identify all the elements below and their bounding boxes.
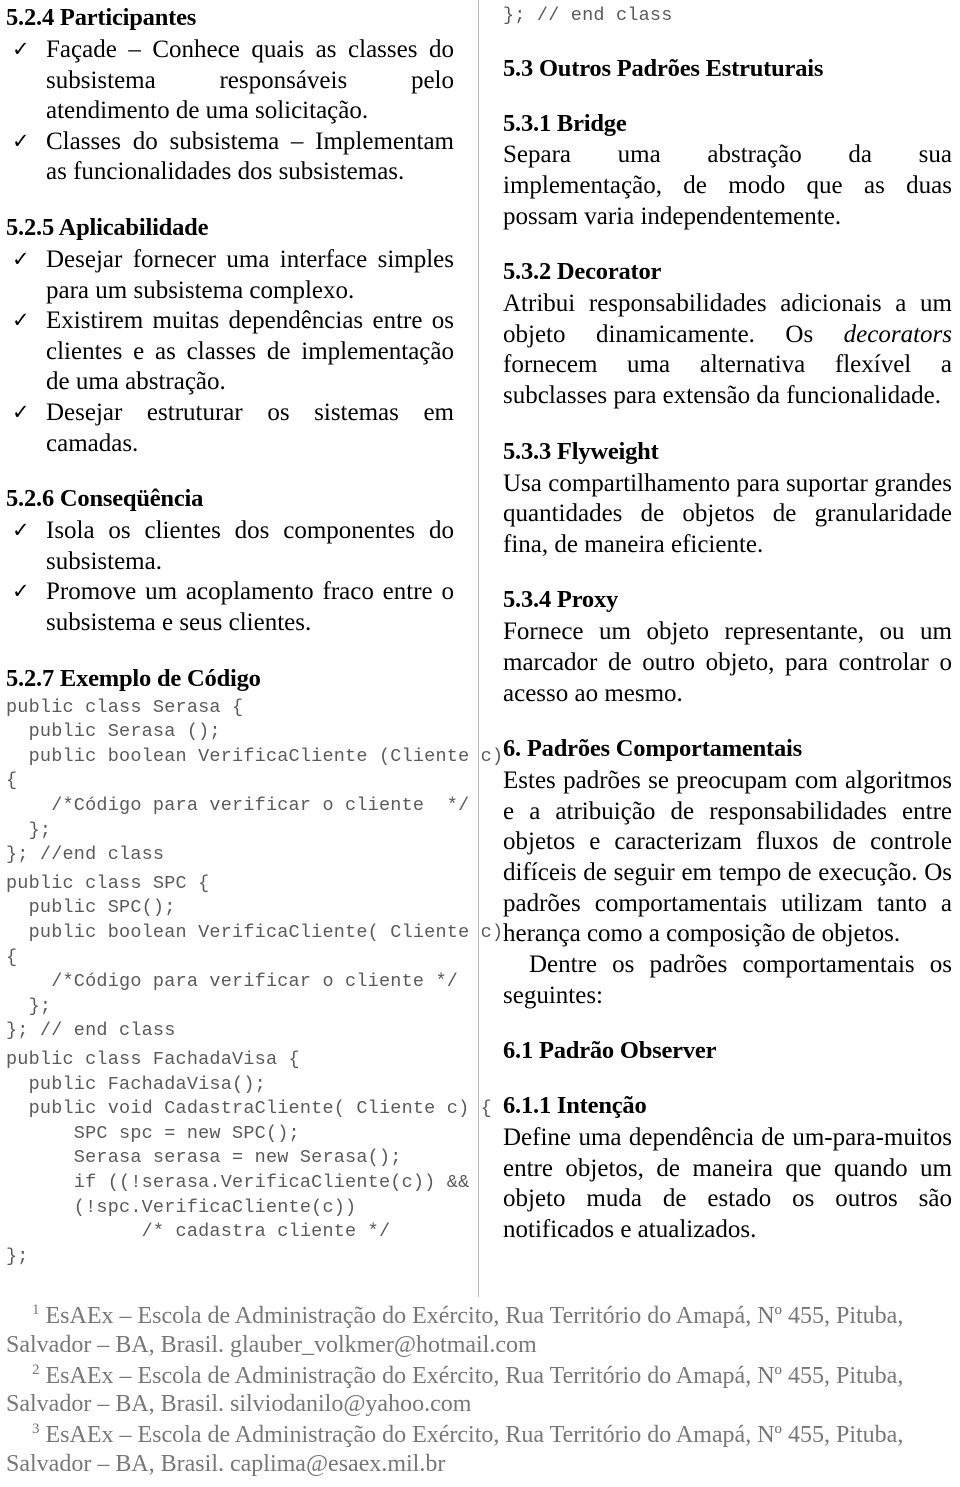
check-icon: ✓ [12, 246, 30, 271]
list-item-text: Façade – Conhece quais as classes do sub… [46, 35, 454, 125]
heading-padroes-comportamentais: 6. Padrões Comportamentais [503, 735, 802, 763]
bridge-paragraph: Separa uma abstração da sua implementaçã… [503, 141, 952, 230]
heading-padrao-observer: 6.1 Padrão Observer [503, 1037, 717, 1065]
heading-exemplo-de-codigo: 5.2.7 Exemplo de Código [6, 664, 261, 692]
list-item: ✓ Desejar estruturar os sistemas em cama… [6, 398, 454, 459]
aplicabilidade-list: ✓ Desejar fornecer uma interface simples… [6, 245, 454, 459]
heading-consequencia: 5.2.6 Conseqüência [6, 485, 204, 513]
check-icon: ✓ [12, 128, 30, 153]
footnote-text: EsAEx – Escola de Administração do Exérc… [6, 1303, 904, 1358]
left-column: 5.2.4 Participantes ✓ Façade – Conhece q… [0, 0, 504, 1300]
decorator-paragraph: Atribui responsabilidades adicionais a u… [503, 289, 952, 412]
list-item-text: Desejar fornecer uma interface simples p… [46, 245, 454, 304]
proxy-paragraph: Fornece um objeto representante, ou um m… [503, 618, 952, 707]
footnote-marker: 1 [32, 1302, 40, 1318]
intencao-paragraph: Define uma dependência de um-para-muitos… [503, 1123, 952, 1243]
code-block-serasa: public class Serasa { public Serasa (); … [6, 696, 504, 866]
comportamentais-paragraph-2: Dentre os padrões comportamentais os seg… [503, 950, 952, 1009]
heading-participantes: 5.2.4 Participantes [6, 4, 197, 31]
list-item: ✓ Promove um acoplamento fraco entre o s… [6, 577, 454, 638]
check-icon: ✓ [12, 400, 30, 425]
code-block-spc: public class SPC { public SPC(); public … [6, 872, 504, 1042]
footnote-text: EsAEx – Escola de Administração do Exérc… [6, 1422, 904, 1477]
list-item-text: Desejar estruturar os sistemas em camada… [46, 399, 454, 457]
code-block-continuation: }; // end class [503, 5, 673, 26]
document-page: 5.2.4 Participantes ✓ Façade – Conhece q… [0, 0, 960, 1487]
footnote-text: EsAEx – Escola de Administração do Exérc… [6, 1362, 904, 1418]
comportamentais-paragraph: Estes padrões se preocupam com algoritmo… [503, 767, 952, 948]
check-icon: ✓ [12, 308, 30, 333]
list-item: ✓ Façade – Conhece quais as classes do s… [6, 35, 454, 127]
decorator-text-b: fornecem uma alternativa flexível a subc… [503, 351, 952, 410]
footnote-marker: 2 [32, 1361, 40, 1378]
list-item-text: Existirem muitas dependências entre os c… [46, 307, 454, 396]
heading-bridge: 5.3.1 Bridge [503, 109, 627, 137]
list-item-text: Isola os clientes dos componentes do sub… [46, 517, 454, 575]
heading-proxy: 5.3.4 Proxy [503, 586, 619, 614]
heading-intencao: 6.1.1 Intenção [503, 1092, 647, 1120]
heading-decorator: 5.3.2 Decorator [503, 258, 662, 286]
check-icon: ✓ [12, 36, 30, 61]
participantes-list: ✓ Façade – Conhece quais as classes do s… [6, 35, 454, 188]
heading-outros-padroes-estruturais: 5.3 Outros Padrões Estruturais [503, 54, 824, 82]
flyweight-paragraph: Usa compartilhamento para suportar grand… [503, 469, 952, 558]
list-item: ✓ Desejar fornecer uma interface simples… [6, 245, 454, 306]
list-item: ✓ Isola os clientes dos componentes do s… [6, 516, 454, 577]
footnote-1: 1 EsAEx – Escola de Administração do Exé… [6, 1302, 954, 1360]
footnotes-block: 1 EsAEx – Escola de Administração do Exé… [0, 1302, 960, 1481]
heading-flyweight: 5.3.3 Flyweight [503, 437, 659, 465]
two-column-layout: 5.2.4 Participantes ✓ Façade – Conhece q… [0, 0, 960, 1300]
check-icon: ✓ [12, 518, 30, 543]
consequencia-list: ✓ Isola os clientes dos componentes do s… [6, 516, 454, 639]
list-item-text: Promove um acoplamento fraco entre o sub… [46, 578, 454, 637]
list-item-text: Classes do subsistema – Implementam as f… [46, 127, 454, 186]
code-block-fachadavisa: public class FachadaVisa { public Fachad… [6, 1048, 492, 1267]
footnote-marker: 3 [32, 1421, 40, 1438]
decorator-emphasis: decorators [843, 320, 952, 348]
heading-aplicabilidade: 5.2.5 Aplicabilidade [6, 214, 209, 242]
right-column: }; // end class 5.3 Outros Padrões Estru… [481, 0, 960, 1300]
list-item: ✓ Existirem muitas dependências entre os… [6, 306, 454, 398]
list-item: ✓ Classes do subsistema – Implementam as… [6, 127, 454, 188]
footnote-2: 2 EsAEx – Escola de Administração do Exé… [6, 1362, 954, 1420]
footnote-3: 3 EsAEx – Escola de Administração do Exé… [6, 1421, 954, 1479]
check-icon: ✓ [12, 579, 30, 604]
